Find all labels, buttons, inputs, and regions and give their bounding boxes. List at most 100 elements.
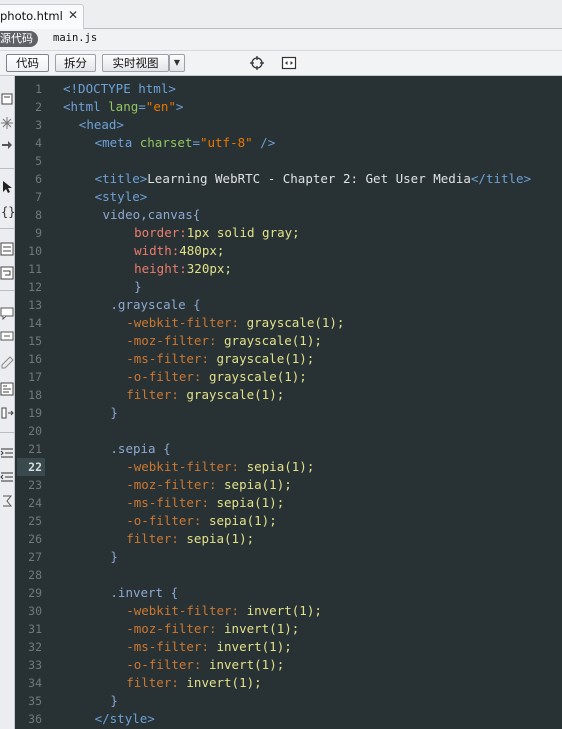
remove-comment-icon[interactable]: [0, 330, 14, 344]
code-line[interactable]: .invert {: [110, 584, 178, 602]
code-line[interactable]: }: [110, 404, 118, 422]
move-css-icon[interactable]: [0, 406, 14, 420]
code-token: >: [175, 99, 184, 114]
code-token: filter:: [126, 531, 187, 546]
code-token: lang: [108, 99, 139, 114]
document-tab[interactable]: photo.html ✕: [0, 4, 84, 29]
word-wrap-icon[interactable]: [0, 266, 14, 280]
line-number: 11: [28, 262, 42, 276]
balance-braces-icon[interactable]: {}: [0, 204, 14, 218]
line-number: 14: [28, 316, 42, 330]
code-line[interactable]: -ms-filter: invert(1);: [126, 638, 292, 656]
code-token: filter:: [126, 675, 187, 690]
code-token: "en": [145, 99, 176, 114]
code-line[interactable]: -webkit-filter: invert(1);: [126, 602, 322, 620]
collapse-tag-icon[interactable]: [0, 116, 14, 130]
code-line[interactable]: <meta charset="utf-8" />: [95, 134, 276, 152]
split-view-button[interactable]: 拆分: [55, 54, 96, 72]
code-line[interactable]: filter: invert(1);: [126, 674, 261, 692]
code-token: 320px;: [186, 261, 232, 276]
live-view-button[interactable]: 实时视图: [102, 54, 169, 72]
document-tab-strip: photo.html ✕: [0, 0, 562, 29]
code-line[interactable]: <html lang="en">: [63, 98, 183, 116]
code-token: <style>: [94, 189, 148, 204]
code-token: width:: [134, 243, 180, 258]
line-number: 32: [28, 640, 42, 654]
recent-snippets-icon[interactable]: [0, 382, 14, 396]
code-line[interactable]: filter: grayscale(1);: [126, 386, 284, 404]
code-token: -ms-filter:: [126, 351, 217, 366]
code-line[interactable]: }: [134, 278, 142, 296]
code-token: Learning WebRTC - Chapter 2: Get User Me…: [147, 171, 471, 186]
line-number: 24: [28, 496, 42, 510]
code-line[interactable]: .sepia {: [110, 440, 170, 458]
code-token: sepia(1);: [186, 531, 255, 546]
code-line[interactable]: </style>: [95, 710, 155, 728]
format-source-icon[interactable]: [0, 494, 14, 508]
code-token: invert(1);: [224, 621, 300, 636]
code-line[interactable]: }: [110, 692, 118, 710]
line-number: 3: [35, 118, 42, 132]
code-line[interactable]: filter: sepia(1);: [126, 530, 254, 548]
line-number: 4: [35, 136, 42, 150]
code-view-button[interactable]: 代码: [6, 54, 49, 72]
code-token: -moz-filter:: [126, 477, 225, 492]
code-line[interactable]: video,canvas{: [103, 206, 201, 224]
code-token: grayscale(1);: [216, 351, 315, 366]
select-parent-tag-icon[interactable]: [0, 180, 14, 194]
code-token: -webkit-filter:: [126, 603, 247, 618]
open-documents-icon[interactable]: [0, 92, 14, 106]
code-line[interactable]: <head>: [79, 116, 124, 134]
outdent-code-icon[interactable]: [0, 470, 14, 484]
line-number: 2: [35, 100, 42, 114]
line-number: 18: [28, 388, 42, 402]
code-line[interactable]: -moz-filter: grayscale(1);: [126, 332, 322, 350]
code-token: invert(1);: [208, 657, 285, 672]
code-token: />: [252, 135, 276, 150]
line-number: 35: [28, 694, 42, 708]
line-number: 19: [28, 406, 42, 420]
code-line[interactable]: -ms-filter: sepia(1);: [126, 494, 284, 512]
line-numbers-icon[interactable]: [0, 242, 14, 256]
code-line[interactable]: -o-filter: sepia(1);: [126, 512, 277, 530]
apply-comment-icon[interactable]: [0, 306, 14, 320]
code-token: sepia(1);: [208, 513, 277, 528]
code-line[interactable]: -webkit-filter: grayscale(1);: [126, 314, 344, 332]
code-token: <meta: [94, 135, 140, 150]
inspect-crosshair-icon[interactable]: [249, 55, 265, 71]
close-icon[interactable]: ✕: [68, 8, 78, 22]
code-editor[interactable]: 1 2 3 4 5 6 7 8 9 10 11 12 13 14 15 16 17 18 19 20 21 22 23 24 2…: [15, 76, 562, 729]
code-line[interactable]: -moz-filter: invert(1);: [126, 620, 299, 638]
collapse-selection-icon[interactable]: [0, 140, 14, 154]
code-line[interactable]: -webkit-filter: sepia(1);: [126, 458, 314, 476]
code-token: }: [110, 549, 118, 564]
code-line[interactable]: -o-filter: invert(1);: [126, 656, 284, 674]
code-line[interactable]: -o-filter: grayscale(1);: [126, 368, 307, 386]
code-token: invert(1);: [216, 639, 292, 654]
code-line[interactable]: -ms-filter: grayscale(1);: [126, 350, 314, 368]
related-file-main-js[interactable]: main.js: [53, 32, 97, 44]
code-line[interactable]: <style>: [95, 188, 148, 206]
code-line[interactable]: width:480px;: [134, 242, 224, 260]
code-token: grayscale(1);: [224, 333, 322, 348]
indent-code-icon[interactable]: [0, 446, 14, 460]
code-token: grayscale(1);: [208, 369, 307, 384]
code-token: 480px;: [179, 243, 225, 258]
live-view-dropdown[interactable]: ▼: [169, 54, 185, 72]
code-token: </title>: [470, 171, 532, 186]
code-line[interactable]: border:1px solid gray;: [134, 224, 300, 242]
wrap-tag-icon[interactable]: [0, 356, 14, 370]
code-token: sepia(1);: [216, 495, 285, 510]
code-line[interactable]: <!DOCTYPE html>: [63, 80, 176, 98]
svg-text:{}: {}: [1, 205, 14, 218]
code-line[interactable]: -moz-filter: sepia(1);: [126, 476, 292, 494]
code-line[interactable]: <title>Learning WebRTC - Chapter 2: Get …: [95, 170, 532, 188]
code-token: <head>: [78, 117, 124, 132]
code-line[interactable]: .grayscale {: [110, 296, 200, 314]
code-token: filter:: [126, 387, 187, 402]
multiscreen-preview-icon[interactable]: [281, 55, 297, 71]
code-line[interactable]: height:320px;: [134, 260, 232, 278]
code-token: border:: [134, 225, 187, 240]
source-code-button[interactable]: 源代码: [0, 31, 38, 47]
code-line[interactable]: }: [110, 548, 118, 566]
